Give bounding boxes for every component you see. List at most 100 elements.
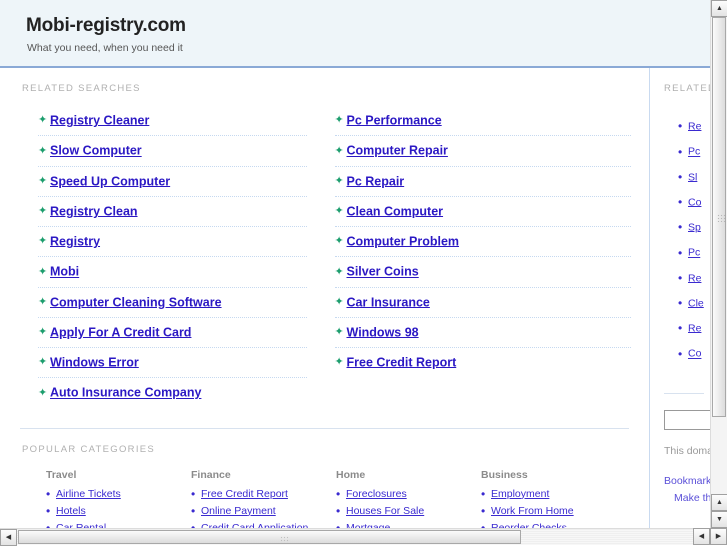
related-search-link[interactable]: Registry Clean (50, 204, 138, 218)
category-list-item[interactable]: • Car Rental (46, 520, 191, 528)
scroll-left-button-corner[interactable]: ◀ (693, 528, 710, 545)
horizontal-scrollbar-thumb[interactable] (18, 530, 521, 544)
category-link[interactable]: Houses For Sale (346, 505, 424, 517)
vertical-scrollbar-track[interactable] (711, 17, 727, 494)
related-search-link[interactable]: Registry (50, 234, 100, 248)
related-search-link[interactable]: Clean Computer (347, 204, 444, 218)
related-search-link[interactable]: Computer Repair (347, 144, 448, 158)
round-bullet-icon: • (678, 144, 683, 159)
related-search-item[interactable]: ✦ Slow Computer (38, 136, 307, 167)
related-search-item[interactable]: ✦ Mobi (38, 257, 307, 288)
sidebar-link[interactable]: Pc (688, 247, 700, 259)
category-link[interactable]: Free Credit Report (201, 488, 288, 500)
related-search-item[interactable]: ✦ Registry Clean (38, 197, 307, 228)
related-search-link[interactable]: Free Credit Report (347, 355, 457, 369)
category-link[interactable]: Online Payment (201, 505, 276, 517)
round-bullet-icon: • (336, 503, 341, 518)
sidebar-list-item[interactable]: • Co (678, 190, 710, 215)
scroll-down-button[interactable]: ▼ (711, 511, 727, 528)
category-list-item[interactable]: • Houses For Sale (336, 503, 481, 520)
category-list-item[interactable]: • Hotels (46, 503, 191, 520)
category-list-item[interactable]: • Reorder Checks (481, 520, 626, 528)
sidebar-link[interactable]: Sl (688, 171, 697, 183)
related-search-link[interactable]: Computer Problem (347, 234, 460, 248)
arrow-bullet-icon: ✦ (38, 114, 48, 127)
related-search-item[interactable]: ✦ Registry Cleaner (38, 106, 307, 137)
related-search-item[interactable]: ✦ Silver Coins (334, 257, 631, 288)
sidebar-list-item[interactable]: • Pc (678, 240, 710, 265)
scroll-up-button[interactable]: ▲ (711, 0, 727, 17)
sidebar-search-input[interactable] (664, 409, 710, 430)
related-search-item[interactable]: ✦ Windows 98 (334, 318, 631, 349)
related-search-link[interactable]: Windows 98 (347, 325, 419, 339)
bookmark-link[interactable]: Bookmark (650, 459, 710, 489)
related-search-item[interactable]: ✦ Computer Cleaning Software (38, 288, 307, 318)
related-search-link[interactable]: Mobi (50, 265, 79, 279)
related-search-link[interactable]: Speed Up Computer (50, 174, 170, 188)
related-search-item[interactable]: ✦ Windows Error (38, 348, 307, 379)
related-search-link[interactable]: Slow Computer (50, 144, 142, 158)
sidebar-related-heading: RELATED (664, 83, 710, 94)
related-search-item[interactable]: ✦ Pc Repair (334, 167, 631, 197)
vertical-scrollbar[interactable]: ▲ ▲ ▼ (710, 0, 727, 528)
sidebar-list-item[interactable]: • Re (678, 114, 710, 139)
sidebar-list-item[interactable]: • Pc (678, 139, 710, 164)
related-search-item[interactable]: ✦ Apply For A Credit Card (38, 318, 307, 349)
category-list-item[interactable]: • Foreclosures (336, 486, 481, 503)
sidebar-link[interactable]: Re (688, 322, 701, 334)
arrow-bullet-icon: ✦ (334, 356, 344, 369)
category-link[interactable]: Employment (491, 488, 549, 500)
vertical-scrollbar-thumb[interactable] (712, 17, 726, 417)
related-search-link[interactable]: Pc Performance (347, 113, 442, 127)
category-list-item[interactable]: • Employment (481, 486, 626, 503)
category-link[interactable]: Foreclosures (346, 488, 407, 500)
related-search-link[interactable]: Windows Error (50, 355, 139, 369)
category-link[interactable]: Work From Home (491, 505, 574, 517)
sidebar-link[interactable]: Re (688, 120, 701, 132)
sidebar-link[interactable]: Re (688, 272, 701, 284)
scroll-up-button-secondary[interactable]: ▲ (711, 494, 727, 511)
category-list-item[interactable]: • Airline Tickets (46, 486, 191, 503)
category-list-item[interactable]: • Free Credit Report (191, 486, 336, 503)
sidebar-list-item[interactable]: • Re (678, 316, 710, 341)
horizontal-scrollbar[interactable]: ◀ (0, 528, 710, 546)
scroll-left-button[interactable]: ◀ (0, 529, 17, 546)
related-search-item[interactable]: ✦ Pc Performance (334, 106, 631, 137)
related-search-item[interactable]: ✦ Speed Up Computer (38, 167, 307, 197)
make-homepage-link[interactable]: Make thi (650, 489, 710, 506)
related-search-item[interactable]: ✦ Registry (38, 227, 307, 258)
sidebar-list-item[interactable]: • Sl (678, 165, 710, 190)
category-list-item[interactable]: • Work From Home (481, 503, 626, 520)
related-search-link[interactable]: Car Insurance (347, 295, 430, 309)
related-search-link[interactable]: Apply For A Credit Card (50, 325, 191, 339)
arrow-bullet-icon: ✦ (334, 114, 344, 127)
round-bullet-icon: • (678, 245, 683, 260)
related-search-link[interactable]: Pc Repair (347, 174, 405, 188)
sidebar-list-item[interactable]: • Re (678, 266, 710, 291)
sidebar-list-item[interactable]: • Cle (678, 291, 710, 316)
category-list-item[interactable]: • Credit Card Application (191, 520, 336, 528)
related-search-item[interactable]: ✦ Car Insurance (334, 288, 631, 318)
scroll-right-button-corner[interactable]: ▶ (710, 528, 727, 545)
category-list-item[interactable]: • Mortgage (336, 520, 481, 528)
sidebar-link[interactable]: Pc (688, 146, 700, 158)
related-search-item[interactable]: ✦ Clean Computer (334, 197, 631, 228)
sidebar-link[interactable]: Cle (688, 297, 704, 309)
related-search-link[interactable]: Silver Coins (347, 265, 419, 279)
related-search-link[interactable]: Auto Insurance Company (50, 386, 201, 400)
sidebar-link[interactable]: Co (688, 348, 701, 360)
sidebar-list-item[interactable]: • Co (678, 341, 710, 366)
sidebar-list-item[interactable]: • Sp (678, 215, 710, 240)
sidebar-link[interactable]: Sp (688, 221, 701, 233)
related-search-item[interactable]: ✦ Auto Insurance Company (38, 378, 307, 407)
related-search-link[interactable]: Computer Cleaning Software (50, 295, 222, 309)
related-search-item[interactable]: ✦ Free Credit Report (335, 348, 632, 377)
category-link[interactable]: Hotels (56, 505, 86, 517)
sidebar-link[interactable]: Co (688, 196, 701, 208)
related-search-item[interactable]: ✦ Computer Repair (334, 136, 631, 167)
category-link[interactable]: Airline Tickets (56, 488, 121, 500)
category-list-item[interactable]: • Online Payment (191, 503, 336, 520)
browser-viewport: Mobi-registry.com What you need, when yo… (0, 0, 710, 528)
related-search-link[interactable]: Registry Cleaner (50, 113, 149, 127)
related-search-item[interactable]: ✦ Computer Problem (334, 227, 631, 258)
